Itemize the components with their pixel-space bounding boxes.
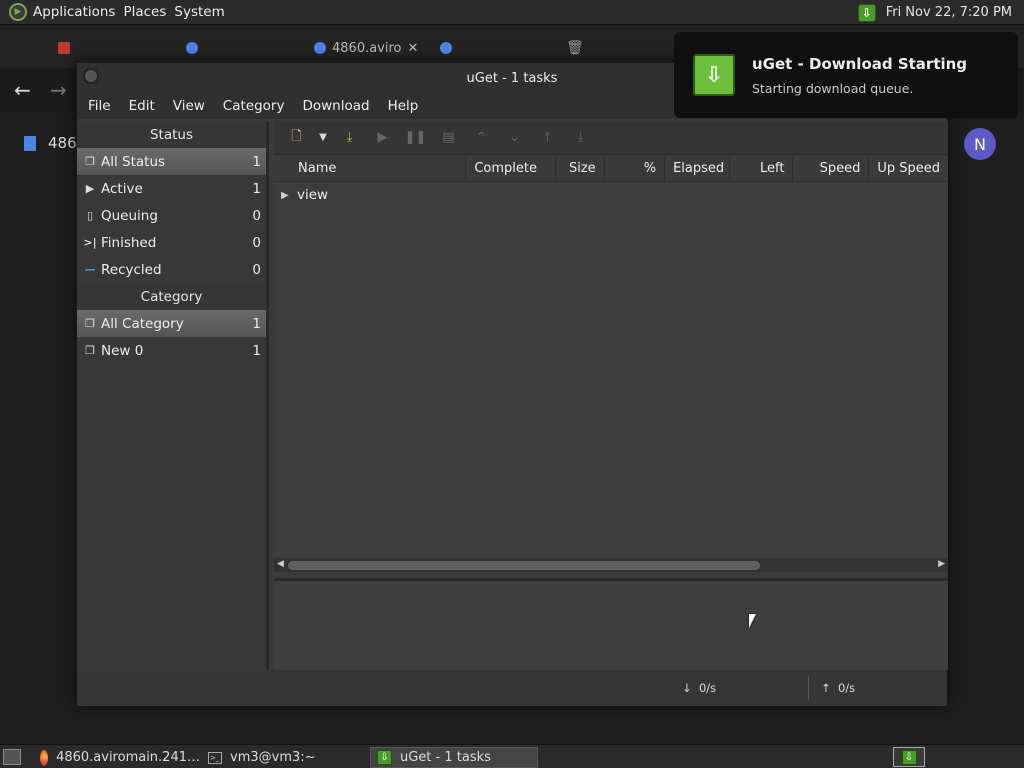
browser-tab-gmail[interactable] [58, 34, 76, 62]
sidebar-item-queuing[interactable]: ▯ Queuing 0 [77, 202, 266, 229]
sidebar-item-all-status[interactable]: ❐ All Status 1 [77, 148, 266, 175]
gmail-icon [58, 42, 70, 54]
menu-download[interactable]: Download [293, 98, 378, 114]
browser-tab-drive-2[interactable] [440, 34, 458, 62]
upload-speed: ↑ 0/s [821, 681, 856, 695]
notification-title: uGet - Download Starting [752, 54, 968, 73]
show-desktop-icon[interactable] [3, 749, 21, 765]
column-header: Name Complete Size % Elapsed Left Speed … [274, 156, 948, 182]
drive-icon [440, 42, 452, 54]
col-speed[interactable]: Speed [793, 156, 870, 181]
col-elapsed[interactable]: Elapsed [665, 156, 731, 181]
sidebar: Status ❐ All Status 1 ▶ Active 1 ▯ Queui… [77, 121, 269, 671]
back-arrow-icon[interactable]: ← [14, 78, 31, 102]
notification[interactable]: ⇩ uGet - Download Starting Starting down… [674, 32, 1018, 118]
documents-icon: ❐ [85, 155, 95, 168]
status-separator [808, 676, 809, 700]
move-bottom-icon[interactable]: ⤓ [564, 124, 597, 152]
drive-icon [186, 42, 198, 54]
move-up-icon[interactable]: ⌃ [465, 124, 498, 152]
move-top-icon[interactable]: ⤒ [531, 124, 564, 152]
mouse-cursor-icon [749, 614, 756, 628]
download-speed: ↓ 0/s [682, 681, 717, 695]
play-icon[interactable]: ▶ [366, 124, 399, 152]
uget-icon: ⇩ [901, 749, 917, 765]
firefox-icon [40, 749, 49, 766]
system-menu[interactable]: System [174, 4, 232, 20]
browser-tab-drive-1[interactable] [186, 34, 204, 62]
trash-icon: 🗑 [566, 40, 584, 56]
col-name[interactable]: Name [274, 156, 467, 181]
table-row[interactable]: ▶ view [274, 182, 948, 208]
sidebar-item-recycled[interactable]: — Recycled 0 [77, 256, 266, 283]
properties-icon[interactable]: ▤ [432, 124, 465, 152]
category-icon: ❐ [85, 344, 95, 357]
document-item[interactable]: 486 [24, 134, 77, 152]
bottom-panel: 4860.aviromain.241… >_ vm3@vm3:~ ⇩ uGet … [0, 744, 1024, 768]
taskbar-item-firefox[interactable]: 4860.aviromain.241… [34, 747, 200, 768]
clock[interactable]: Fri Nov 22, 7:20 PM [886, 5, 1012, 20]
browser-tab-active[interactable]: 4860.aviro ✕ [314, 34, 418, 62]
sidebar-item-new-0[interactable]: ❐ New 0 1 [77, 337, 266, 364]
window-title: uGet - 1 tasks [466, 70, 558, 86]
document-icon [24, 135, 36, 151]
uget-window: uGet - 1 tasks File Edit View Category D… [76, 62, 948, 706]
move-down-icon[interactable]: ⌄ [498, 124, 531, 152]
workspace-switcher[interactable]: ⇩ [893, 747, 925, 767]
menu-view[interactable]: View [164, 98, 214, 114]
tab-close-icon[interactable]: ✕ [408, 41, 419, 56]
browser-tab-trash[interactable]: 🗑 [566, 34, 584, 62]
notification-body: Starting download queue. [752, 80, 914, 96]
scroll-right-icon[interactable]: ▶ [938, 559, 945, 569]
category-header: Category [77, 283, 266, 310]
category-icon: ❐ [85, 317, 95, 330]
col-percent[interactable]: % [605, 156, 666, 181]
taskbar-item-uget[interactable]: ⇩ uGet - 1 tasks [370, 747, 538, 768]
expander-icon[interactable]: ▶ [281, 190, 297, 201]
status-bar: ↓ 0/s ↑ 0/s [77, 670, 947, 706]
system-logo-icon[interactable]: ▶ [9, 3, 27, 21]
minus-icon: — [84, 263, 96, 276]
document-icon: ▯ [86, 209, 94, 222]
col-complete[interactable]: Complete [466, 156, 556, 181]
status-header: Status [77, 121, 266, 148]
menu-edit[interactable]: Edit [120, 98, 164, 114]
new-download-icon[interactable]: 🗋 [280, 124, 313, 152]
horizontal-scrollbar[interactable]: ◀ ▶ [274, 558, 948, 572]
col-up-speed[interactable]: Up Speed [869, 156, 948, 181]
play-icon: ▶ [85, 182, 95, 195]
uget-icon: ⇩ [377, 750, 392, 765]
start-download-icon[interactable]: ⤓ [333, 124, 366, 152]
sidebar-item-all-category[interactable]: ❐ All Category 1 [77, 310, 266, 337]
chevron-down-icon[interactable]: ▼ [313, 124, 333, 152]
places-menu[interactable]: Places [123, 4, 174, 20]
terminal-icon: >_ [208, 751, 222, 764]
menu-category[interactable]: Category [214, 98, 294, 114]
taskbar-item-terminal[interactable]: >_ vm3@vm3:~ [202, 747, 366, 768]
menu-help[interactable]: Help [379, 98, 428, 114]
sidebar-item-finished[interactable]: >| Finished 0 [77, 229, 266, 256]
drive-icon [314, 42, 326, 54]
applications-menu[interactable]: Applications [33, 4, 123, 20]
scroll-left-icon[interactable]: ◀ [277, 559, 284, 569]
uget-toolbar: 🗋 ▼ ⤓ ▶ ❚❚ ▤ ⌃ ⌄ ⤒ ⤓ [274, 121, 948, 155]
uget-tray-icon[interactable]: ⇩ [857, 3, 876, 22]
avatar[interactable]: N [964, 128, 996, 160]
forward-arrow-icon[interactable]: → [50, 78, 67, 102]
scroll-thumb[interactable] [288, 561, 760, 570]
uget-logo-icon: ⇩ [693, 54, 735, 96]
top-panel: ▶ Applications Places System ⇩ Fri Nov 2… [0, 0, 1024, 25]
menu-file[interactable]: File [77, 98, 120, 114]
pause-icon[interactable]: ❚❚ [399, 124, 432, 152]
col-size[interactable]: Size [556, 156, 605, 181]
finish-icon: >| [83, 236, 97, 249]
col-left[interactable]: Left [730, 156, 794, 181]
window-menu-icon[interactable] [83, 68, 99, 84]
sidebar-item-active[interactable]: ▶ Active 1 [77, 175, 266, 202]
detail-panel [274, 578, 948, 670]
task-list: Name Complete Size % Elapsed Left Speed … [274, 156, 948, 578]
